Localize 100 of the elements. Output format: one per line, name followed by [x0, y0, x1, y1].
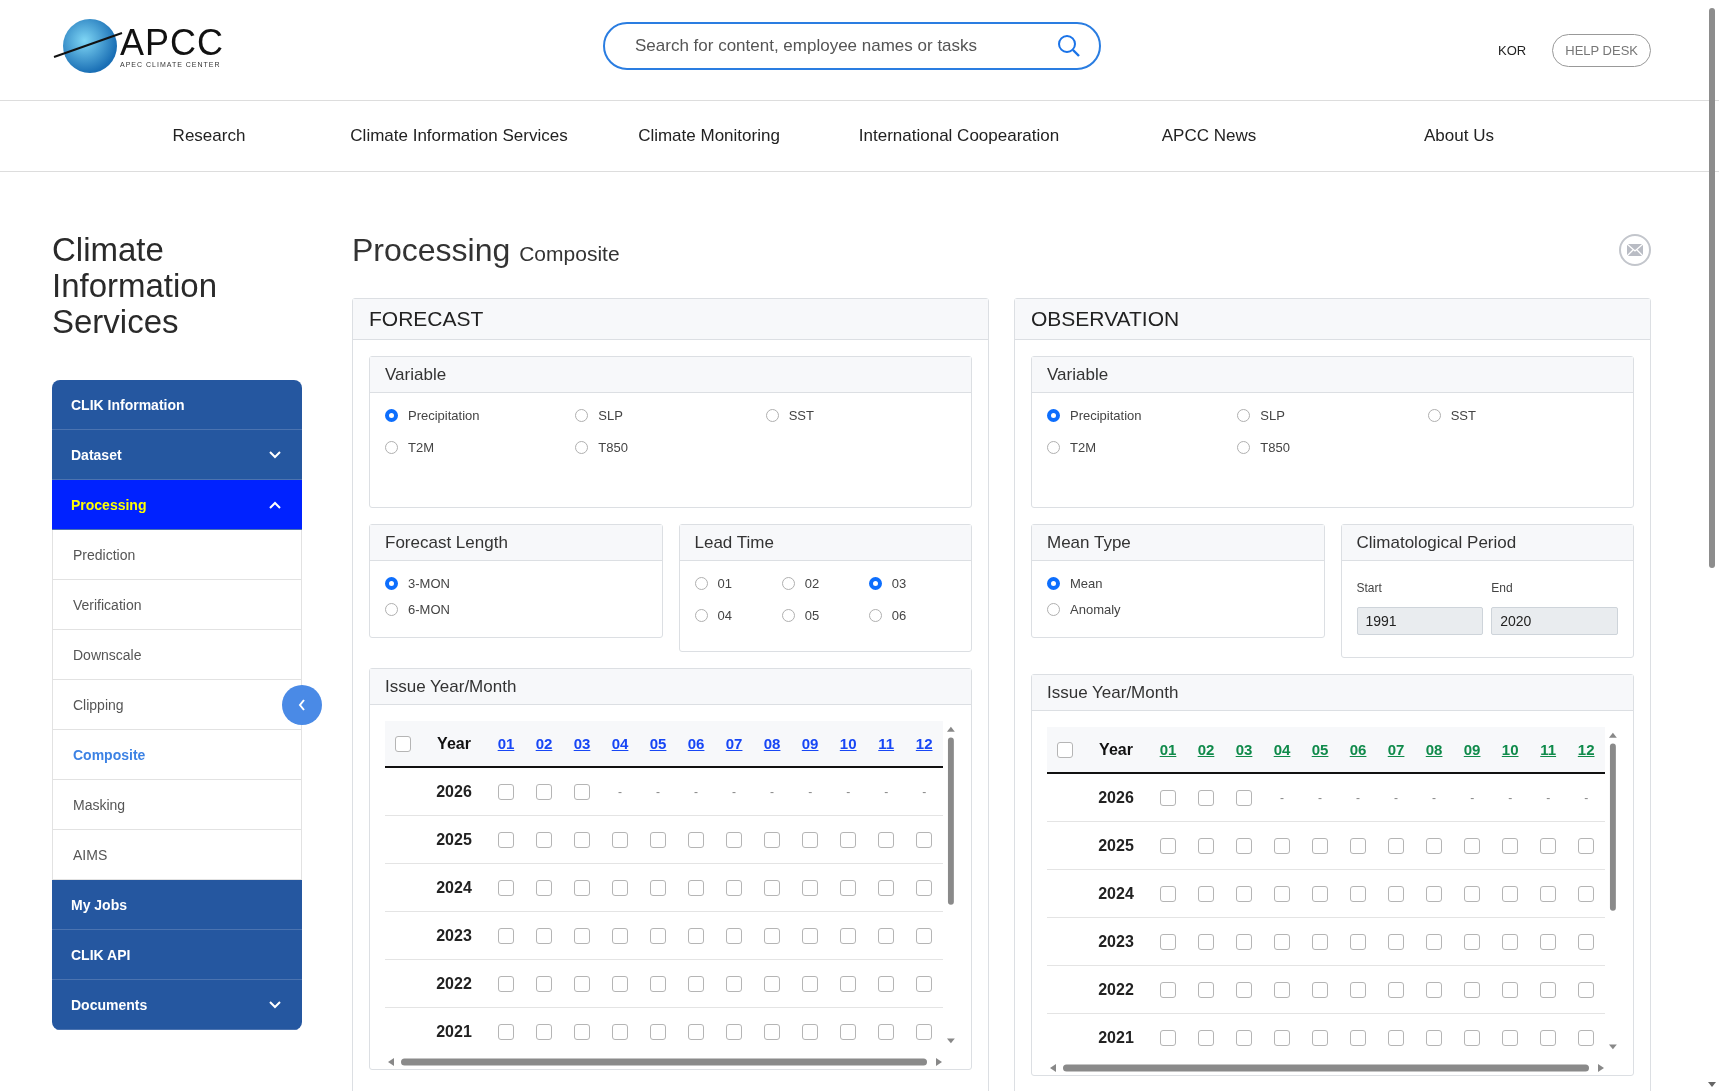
- checkbox[interactable]: [1540, 885, 1557, 902]
- checkbox[interactable]: [764, 831, 781, 848]
- checkbox[interactable]: [878, 879, 895, 896]
- mail-button[interactable]: [1619, 234, 1651, 266]
- checkbox[interactable]: [1502, 981, 1519, 998]
- checkbox[interactable]: [802, 975, 819, 992]
- month-link[interactable]: 08: [763, 735, 781, 752]
- search-icon[interactable]: [1057, 34, 1081, 58]
- checkbox[interactable]: [688, 927, 705, 944]
- sidebar-subitem[interactable]: Verification: [52, 580, 302, 630]
- nav-link[interactable]: International Coopearation: [834, 126, 1084, 146]
- checkbox[interactable]: [1578, 837, 1595, 854]
- checkbox[interactable]: [688, 975, 705, 992]
- sidebar-subitem[interactable]: Downscale: [52, 630, 302, 680]
- radio-button[interactable]: [694, 608, 708, 622]
- checkbox[interactable]: [1464, 1029, 1481, 1046]
- checkbox[interactable]: [1578, 885, 1595, 902]
- month-link[interactable]: 10: [1501, 741, 1519, 758]
- checkbox[interactable]: [1388, 837, 1405, 854]
- checkbox[interactable]: [878, 1023, 895, 1040]
- checkbox[interactable]: [1236, 933, 1253, 950]
- nav-link[interactable]: APCC News: [1084, 126, 1334, 146]
- month-link[interactable]: 03: [1235, 741, 1253, 758]
- checkbox[interactable]: [612, 831, 629, 848]
- month-link[interactable]: 01: [1159, 741, 1177, 758]
- checkbox[interactable]: [574, 1023, 591, 1040]
- checkbox[interactable]: [802, 1023, 819, 1040]
- checkbox[interactable]: [802, 927, 819, 944]
- checkbox[interactable]: [916, 975, 933, 992]
- end-year-field[interactable]: 2020: [1491, 607, 1618, 635]
- checkbox[interactable]: [1236, 789, 1253, 806]
- checkbox[interactable]: [726, 975, 743, 992]
- month-link[interactable]: 12: [1577, 741, 1595, 758]
- checkbox[interactable]: [536, 927, 552, 944]
- checkbox[interactable]: [1198, 789, 1214, 806]
- checkbox[interactable]: [536, 783, 552, 800]
- checkbox[interactable]: [802, 879, 819, 896]
- radio-button[interactable]: [385, 440, 398, 454]
- checkbox[interactable]: [1464, 933, 1481, 950]
- radio-button[interactable]: [694, 576, 708, 590]
- checkbox[interactable]: [650, 975, 667, 992]
- start-year-field[interactable]: 1991: [1356, 607, 1484, 635]
- radio-button[interactable]: [575, 440, 589, 454]
- sidebar-subitem[interactable]: Composite: [52, 730, 302, 780]
- radio-button[interactable]: [1047, 408, 1060, 422]
- checkbox[interactable]: [1426, 837, 1443, 854]
- checkbox[interactable]: [1274, 837, 1291, 854]
- radio-button[interactable]: [1237, 440, 1251, 454]
- checkbox[interactable]: [1388, 885, 1405, 902]
- checkbox[interactable]: [1198, 837, 1214, 854]
- checkbox[interactable]: [612, 927, 629, 944]
- checkbox[interactable]: [1578, 981, 1595, 998]
- checkbox[interactable]: [1388, 933, 1405, 950]
- checkbox[interactable]: [1350, 885, 1367, 902]
- month-link[interactable]: 08: [1425, 741, 1443, 758]
- sidebar-subitem[interactable]: Clipping: [52, 680, 302, 730]
- checkbox[interactable]: [688, 831, 705, 848]
- month-link[interactable]: 07: [1387, 741, 1405, 758]
- checkbox[interactable]: [1540, 837, 1557, 854]
- checkbox[interactable]: [1274, 933, 1291, 950]
- checkbox[interactable]: [878, 831, 895, 848]
- checkbox[interactable]: [1198, 981, 1214, 998]
- checkbox[interactable]: [840, 831, 857, 848]
- checkbox[interactable]: [840, 927, 857, 944]
- month-link[interactable]: 01: [497, 735, 515, 752]
- checkbox[interactable]: [1540, 981, 1557, 998]
- checkbox[interactable]: [1502, 933, 1519, 950]
- checkbox[interactable]: [498, 783, 514, 800]
- checkbox[interactable]: [650, 1023, 667, 1040]
- radio-button[interactable]: [385, 576, 398, 590]
- checkbox[interactable]: [1502, 837, 1519, 854]
- checkbox[interactable]: [726, 1023, 743, 1040]
- checkbox[interactable]: [764, 1023, 781, 1040]
- sidebar-subitem[interactable]: Masking: [52, 780, 302, 830]
- checkbox[interactable]: [1274, 981, 1291, 998]
- radio-button[interactable]: [781, 576, 795, 590]
- checkbox[interactable]: [916, 831, 933, 848]
- checkbox[interactable]: [688, 879, 705, 896]
- checkbox[interactable]: [536, 975, 552, 992]
- checkbox[interactable]: [1198, 933, 1214, 950]
- radio-button[interactable]: [1047, 576, 1060, 590]
- checkbox[interactable]: [916, 1023, 933, 1040]
- checkbox[interactable]: [1350, 837, 1367, 854]
- checkbox[interactable]: [612, 975, 629, 992]
- checkbox[interactable]: [1160, 981, 1176, 998]
- checkbox[interactable]: [1426, 933, 1443, 950]
- sidebar-subitem[interactable]: AIMS: [52, 830, 302, 880]
- checkbox[interactable]: [1160, 885, 1176, 902]
- checkbox[interactable]: [764, 975, 781, 992]
- checkbox[interactable]: [1236, 885, 1253, 902]
- help-desk-button[interactable]: HELP DESK: [1552, 33, 1651, 67]
- month-link[interactable]: 02: [535, 735, 553, 752]
- checkbox[interactable]: [916, 879, 933, 896]
- month-link[interactable]: 11: [1540, 741, 1557, 758]
- checkbox[interactable]: [1464, 837, 1481, 854]
- month-link[interactable]: 06: [1349, 741, 1367, 758]
- checkbox[interactable]: [878, 927, 895, 944]
- checkbox[interactable]: [650, 831, 667, 848]
- checkbox[interactable]: [1236, 837, 1253, 854]
- month-link[interactable]: 09: [1463, 741, 1481, 758]
